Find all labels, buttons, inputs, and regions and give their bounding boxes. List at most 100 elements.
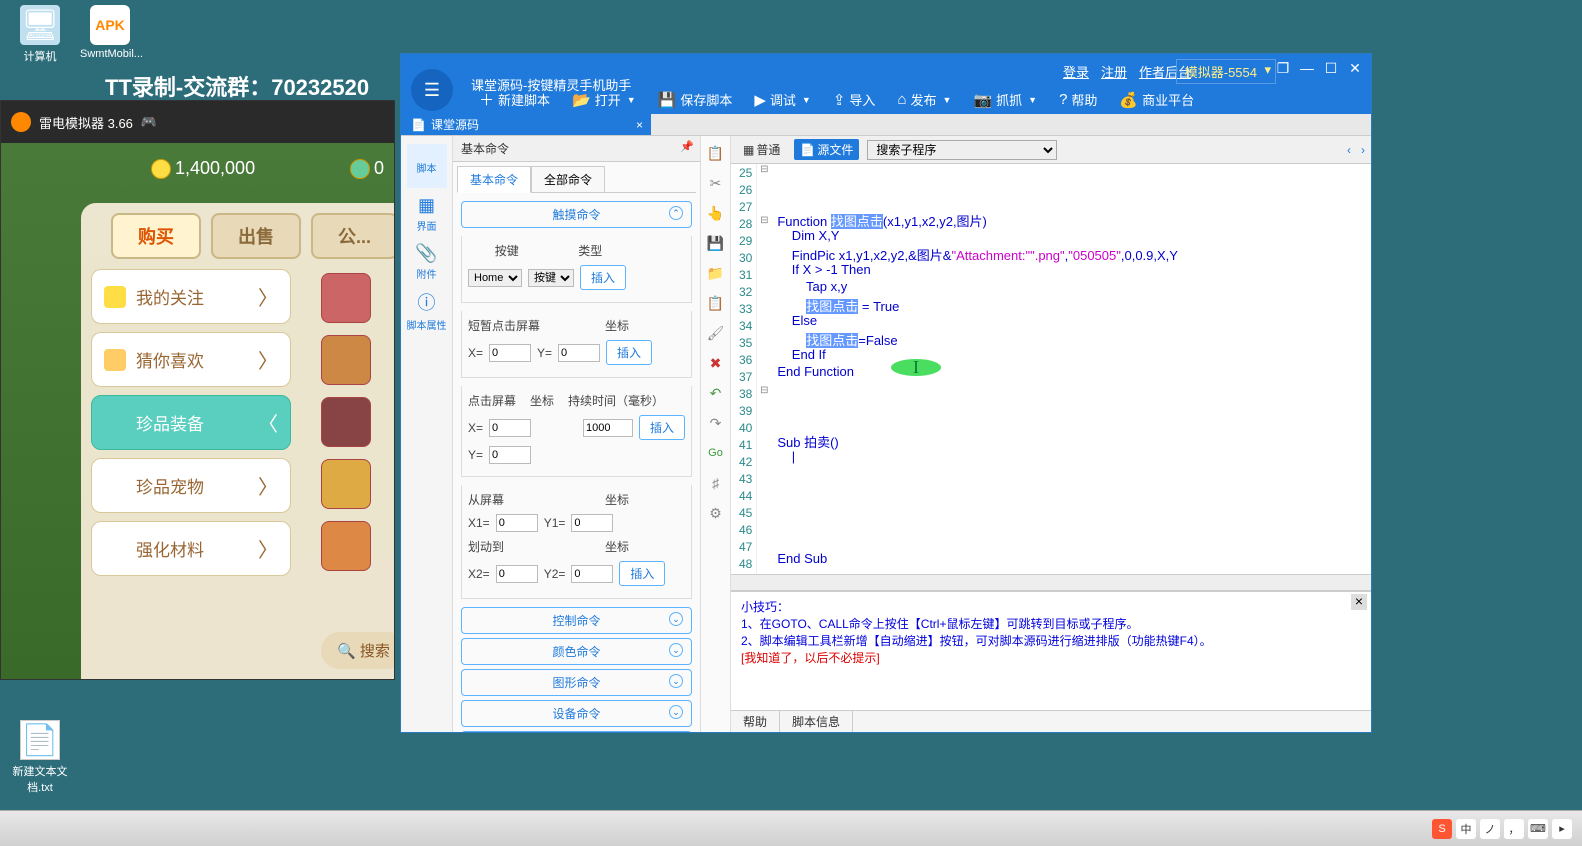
- game-category-item[interactable]: 强化材料〉: [91, 521, 291, 576]
- ime-indicator[interactable]: 中: [1456, 819, 1476, 839]
- cut-icon[interactable]: ✂: [707, 174, 725, 192]
- tab-buy[interactable]: 购买: [111, 213, 201, 259]
- tap-y-input[interactable]: [489, 446, 531, 464]
- currency-gem[interactable]: 0: [350, 158, 384, 179]
- toolbar-帮助[interactable]: ?帮助: [1051, 86, 1105, 113]
- close-tips-icon[interactable]: ×: [1351, 594, 1367, 610]
- game-search[interactable]: 🔍 搜索: [321, 632, 394, 669]
- panel-tab-all[interactable]: 全部命令: [531, 166, 605, 193]
- desktop-icon-apk[interactable]: APK SwmtMobil...: [80, 5, 140, 60]
- status-tab-info[interactable]: 脚本信息: [780, 711, 853, 732]
- view-normal[interactable]: ▦ 普通: [737, 139, 786, 160]
- toolbar-抓抓[interactable]: 📷抓抓▼: [965, 86, 1045, 113]
- tap-x-input[interactable]: [489, 419, 531, 437]
- tab-other[interactable]: 公...: [311, 213, 394, 259]
- copy-icon[interactable]: 📋: [707, 144, 725, 162]
- settings-icon[interactable]: ⚙: [707, 504, 725, 522]
- insert-button[interactable]: 插入: [639, 415, 685, 440]
- toolbar-新建脚本[interactable]: ＋新建脚本: [471, 86, 558, 113]
- insert-button[interactable]: 插入: [619, 561, 665, 586]
- window-min-icon[interactable]: —: [1296, 59, 1318, 77]
- item-thumb[interactable]: [321, 335, 371, 385]
- command-group[interactable]: 设备命令⌄: [461, 700, 692, 727]
- window-restore-icon[interactable]: ❐: [1272, 59, 1294, 77]
- sogou-ime-icon[interactable]: S: [1432, 819, 1452, 839]
- paste-icon[interactable]: 📋: [707, 294, 725, 312]
- emulator-screen[interactable]: 1,400,000 0 [清梦. 购买 出售 公... 我的关注〉猜你喜欢〉珍品…: [1, 143, 394, 679]
- item-thumb[interactable]: [321, 273, 371, 323]
- toolbar-导入[interactable]: ⇪导入: [825, 86, 884, 113]
- desktop-icon-computer[interactable]: 🖥 计算机: [10, 5, 70, 64]
- window-close-icon[interactable]: ✕: [1344, 59, 1366, 77]
- brush-icon[interactable]: 🖌: [707, 324, 725, 342]
- taskbar[interactable]: S 中 ノ ， ⌨ ▸: [0, 810, 1582, 846]
- toolbar-调试[interactable]: ▶调试▼: [746, 86, 818, 113]
- touch-commands-group[interactable]: 触摸命令⌃: [461, 201, 692, 228]
- toolbar-发布[interactable]: ⌂发布▼: [889, 86, 959, 113]
- tray-more-icon[interactable]: ▸: [1552, 819, 1572, 839]
- item-thumb[interactable]: [321, 397, 371, 447]
- insert-button[interactable]: 插入: [606, 340, 652, 365]
- folder-icon[interactable]: 📁: [707, 264, 725, 282]
- go-icon[interactable]: Go: [707, 444, 725, 462]
- code-editor[interactable]: 2526272829303132333435363738394041424344…: [731, 164, 1371, 574]
- status-tab-help[interactable]: 帮助: [731, 711, 780, 732]
- key-select[interactable]: Home: [468, 269, 522, 287]
- toolbar-商业平台[interactable]: 💰商业平台: [1111, 86, 1202, 113]
- currency-gold[interactable]: 1,400,000: [151, 158, 255, 179]
- tab-sell[interactable]: 出售: [211, 213, 301, 259]
- x2-input[interactable]: [496, 565, 538, 583]
- panel-tab-basic[interactable]: 基本命令: [457, 166, 531, 193]
- tree-icon[interactable]: ♯: [707, 474, 725, 492]
- command-group[interactable]: 控制命令⌄: [461, 607, 692, 634]
- command-group[interactable]: 颜色命令⌄: [461, 638, 692, 665]
- toolbar-打开[interactable]: 📂打开▼: [564, 86, 644, 113]
- horizontal-scrollbar[interactable]: [731, 574, 1371, 590]
- save-icon[interactable]: 💾: [707, 234, 725, 252]
- dismiss-tips-link[interactable]: [我知道了，以后不必提示]: [741, 649, 1361, 666]
- type-select[interactable]: 按键: [528, 269, 574, 287]
- duration-input[interactable]: [583, 419, 633, 437]
- expand-icon[interactable]: ⌄: [669, 612, 683, 626]
- register-link[interactable]: 注册: [1101, 62, 1127, 81]
- expand-icon[interactable]: ⌄: [669, 674, 683, 688]
- item-thumb[interactable]: [321, 459, 371, 509]
- cancel-icon[interactable]: ✖: [707, 354, 725, 372]
- command-group[interactable]: 图形命令⌄: [461, 669, 692, 696]
- ime-keyboard-icon[interactable]: ⌨: [1528, 819, 1548, 839]
- game-category-item[interactable]: 珍品装备〈: [91, 395, 291, 450]
- sidebar-脚本属性[interactable]: ⓘ脚本属性: [407, 288, 447, 332]
- insert-button[interactable]: 插入: [580, 265, 626, 290]
- device-selector[interactable]: 模拟器-5554: [1176, 59, 1276, 84]
- window-max-icon[interactable]: ☐: [1320, 59, 1342, 77]
- login-link[interactable]: 登录: [1063, 62, 1089, 81]
- y-input[interactable]: [558, 344, 600, 362]
- file-tab[interactable]: 📄 课堂源码 ×: [401, 114, 651, 135]
- game-category-item[interactable]: 我的关注〉: [91, 269, 291, 324]
- y1-input[interactable]: [571, 514, 613, 532]
- command-group[interactable]: 其它命令⌄: [461, 731, 692, 732]
- sidebar-界面[interactable]: ▦界面: [407, 192, 447, 236]
- toolbar-保存脚本[interactable]: 💾保存脚本: [650, 86, 741, 113]
- expand-icon[interactable]: ⌄: [669, 643, 683, 657]
- item-thumb[interactable]: [321, 521, 371, 571]
- undo-icon[interactable]: ↶: [707, 384, 725, 402]
- y2-input[interactable]: [571, 565, 613, 583]
- sidebar-附件[interactable]: 📎附件: [407, 240, 447, 284]
- desktop-icon-txt[interactable]: 📄 新建文本文档.txt: [10, 720, 70, 795]
- nav-prev-icon[interactable]: ‹: [1347, 143, 1351, 157]
- close-tab-icon[interactable]: ×: [636, 118, 643, 132]
- expand-icon[interactable]: ⌄: [669, 705, 683, 719]
- collapse-icon[interactable]: ⌃: [669, 206, 683, 220]
- view-source[interactable]: 📄 源文件: [794, 139, 859, 160]
- emulator-titlebar[interactable]: 雷电模拟器 3.66 🎮: [1, 101, 394, 143]
- search-procedure-select[interactable]: 搜索子程序: [867, 140, 1057, 160]
- ime-mode-icon[interactable]: ノ: [1480, 819, 1500, 839]
- pointer-icon[interactable]: 👆: [707, 204, 725, 222]
- redo-icon[interactable]: ↷: [707, 414, 725, 432]
- ime-punct-icon[interactable]: ，: [1504, 819, 1524, 839]
- game-category-item[interactable]: 猜你喜欢〉: [91, 332, 291, 387]
- nav-next-icon[interactable]: ›: [1361, 143, 1365, 157]
- x-input[interactable]: [489, 344, 531, 362]
- x1-input[interactable]: [496, 514, 538, 532]
